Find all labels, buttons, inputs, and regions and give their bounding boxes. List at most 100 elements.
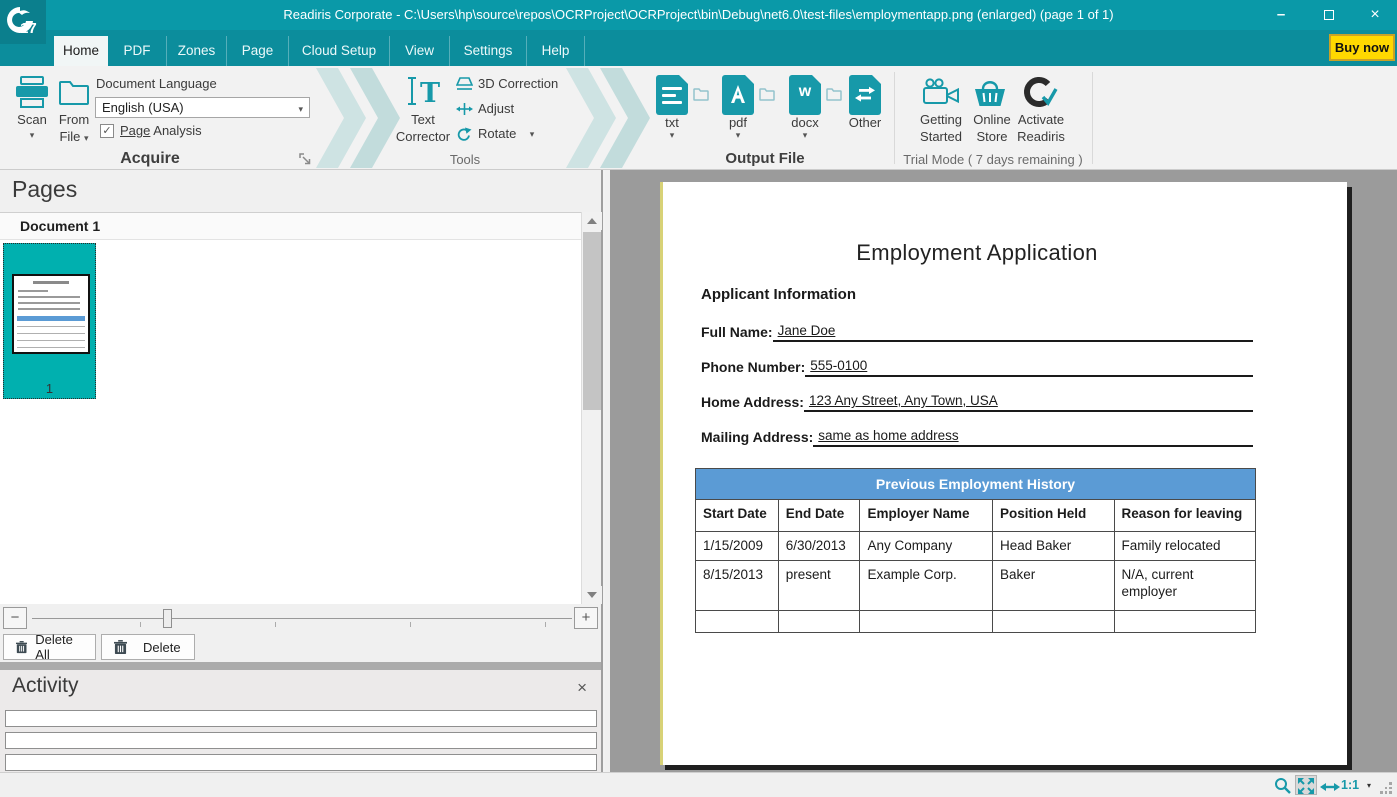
from-file-label-line2: File ▾ xyxy=(48,129,100,144)
window-title: Readiris Corporate - C:\Users\hp\source\… xyxy=(0,0,1397,30)
readiris-logo-icon: 17 xyxy=(4,4,42,40)
zoom-ratio-button[interactable]: 1:1 xyxy=(1341,778,1359,792)
slider-track[interactable] xyxy=(32,618,572,619)
tab-page[interactable]: Page xyxy=(227,36,289,66)
tab-settings[interactable]: Settings xyxy=(450,36,527,66)
getting-started-label-line1: Getting xyxy=(913,112,969,127)
document-group-header[interactable]: Document 1 xyxy=(0,212,601,240)
activity-panel-body xyxy=(0,708,601,772)
fit-page-button[interactable] xyxy=(1295,775,1317,795)
adjust-label[interactable]: Adjust xyxy=(478,101,514,116)
text-corrector-button[interactable]: T xyxy=(404,74,442,115)
online-store-button[interactable] xyxy=(972,78,1008,113)
scan-button[interactable] xyxy=(14,76,50,113)
panel-splitter[interactable] xyxy=(0,662,601,670)
document-canvas[interactable]: Employment Application Applicant Informa… xyxy=(610,170,1397,772)
txt-folder-icon[interactable] xyxy=(692,88,710,106)
pdf-folder-icon[interactable] xyxy=(758,88,776,106)
trial-mode-group-label: Trial Mode ( 7 days remaining ) xyxy=(893,152,1093,167)
3d-correction-label[interactable]: 3D Correction xyxy=(478,76,558,91)
pages-panel-title: Pages xyxy=(12,176,77,203)
pdf-dropdown-caret[interactable]: ▾ xyxy=(731,130,745,140)
zoom-ratio-caret[interactable]: ▾ xyxy=(1367,781,1371,790)
export-other-button[interactable] xyxy=(849,75,881,115)
employment-history-table: Previous Employment History Start Date E… xyxy=(695,468,1256,633)
arrow-down-icon xyxy=(587,592,597,598)
from-file-button[interactable] xyxy=(58,80,90,111)
activity-progress-bar xyxy=(5,732,597,749)
export-txt-button[interactable] xyxy=(656,75,688,115)
maximize-button[interactable] xyxy=(1317,0,1341,30)
document-section-heading: Applicant Information xyxy=(701,286,856,303)
delete-button[interactable]: Delete xyxy=(101,634,195,660)
page-analysis-checkbox[interactable]: ✓ xyxy=(100,124,114,138)
group-separator xyxy=(1092,72,1093,164)
tab-home[interactable]: Home xyxy=(54,36,108,66)
from-file-dropdown-caret[interactable]: ▾ xyxy=(84,133,89,143)
document-language-select[interactable]: English (USA) ▾ xyxy=(95,97,310,118)
page-thumbnail-selected[interactable]: 1 xyxy=(3,243,96,399)
table-header-cell: End Date xyxy=(779,499,861,531)
buy-now-button[interactable]: Buy now xyxy=(1329,34,1395,61)
scrollbar-thumb[interactable] xyxy=(583,232,601,410)
scroll-up-button[interactable] xyxy=(582,212,602,230)
fit-width-button[interactable] xyxy=(1320,780,1340,797)
3d-correction-icon xyxy=(456,77,473,91)
acquire-dialog-launcher[interactable] xyxy=(299,153,312,171)
zoom-search-button[interactable] xyxy=(1274,777,1291,797)
other-label: Other xyxy=(838,115,892,130)
field-value: 123 Any Street, Any Town, USA xyxy=(809,393,998,408)
maximize-icon xyxy=(1324,10,1334,20)
minimize-button[interactable]: – xyxy=(1269,0,1293,30)
field-label: Mailing Address: xyxy=(701,429,813,447)
minimize-icon: – xyxy=(1277,6,1285,23)
field-value: 555-0100 xyxy=(810,358,867,373)
pages-scrollbar[interactable] xyxy=(581,212,601,604)
form-field-full-name: Full Name: Jane Doe xyxy=(701,320,1253,342)
table-cell xyxy=(779,610,861,632)
checkbox-check-icon: ✓ xyxy=(102,125,111,137)
slider-thumb[interactable] xyxy=(163,609,172,628)
tab-help[interactable]: Help xyxy=(527,36,585,66)
form-field-phone: Phone Number: 555-0100 xyxy=(701,355,1253,377)
export-pdf-button[interactable] xyxy=(722,75,754,115)
scan-dropdown-caret[interactable]: ▾ xyxy=(26,130,38,140)
activity-close-button[interactable]: × xyxy=(577,678,587,698)
close-icon: × xyxy=(1370,6,1379,23)
delete-all-button[interactable]: Delete All xyxy=(3,634,96,660)
rotate-label[interactable]: Rotate xyxy=(478,126,516,141)
tab-pdf[interactable]: PDF xyxy=(108,36,167,66)
getting-started-button[interactable] xyxy=(921,78,961,111)
3d-correction-button[interactable] xyxy=(456,77,473,96)
language-dropdown-caret: ▾ xyxy=(298,104,303,114)
scroll-down-button[interactable] xyxy=(582,586,602,604)
rotate-dropdown-caret[interactable]: ▾ xyxy=(527,129,537,139)
ribbon-tabs: Home PDF Zones Page Cloud Setup View Set… xyxy=(54,36,585,66)
tab-zones[interactable]: Zones xyxy=(167,36,227,66)
transfer-arrows-icon xyxy=(855,86,875,103)
acquire-group-label: Acquire xyxy=(55,150,245,168)
page-thumbnail-list: 1 xyxy=(0,240,581,604)
table-header-cell: Employer Name xyxy=(860,499,993,531)
form-field-home-address: Home Address: 123 Any Street, Any Town, … xyxy=(701,390,1253,412)
document-title: Employment Application xyxy=(701,240,1253,266)
docx-dropdown-caret[interactable]: ▾ xyxy=(798,130,812,140)
docx-label: docx xyxy=(781,115,829,130)
zoom-out-button[interactable]: − xyxy=(3,607,27,629)
trash-icon xyxy=(16,640,27,655)
adjust-button[interactable] xyxy=(456,102,473,121)
activate-readiris-button[interactable] xyxy=(1022,76,1058,115)
rotate-button[interactable] xyxy=(456,127,472,146)
form-field-mailing-address: Mailing Address: same as home address xyxy=(701,425,1253,447)
resize-grip[interactable] xyxy=(1380,782,1392,794)
scanned-page[interactable]: Employment Application Applicant Informa… xyxy=(660,182,1347,765)
export-docx-button[interactable]: w xyxy=(789,75,821,115)
zoom-in-button[interactable]: + xyxy=(574,607,598,629)
close-button[interactable]: × xyxy=(1363,0,1387,30)
tab-cloud-setup[interactable]: Cloud Setup xyxy=(289,36,390,66)
tab-view[interactable]: View xyxy=(390,36,450,66)
field-label: Full Name: xyxy=(701,324,773,342)
txt-dropdown-caret[interactable]: ▾ xyxy=(665,130,679,140)
table-cell: Example Corp. xyxy=(860,560,993,610)
docx-folder-icon[interactable] xyxy=(825,88,843,106)
